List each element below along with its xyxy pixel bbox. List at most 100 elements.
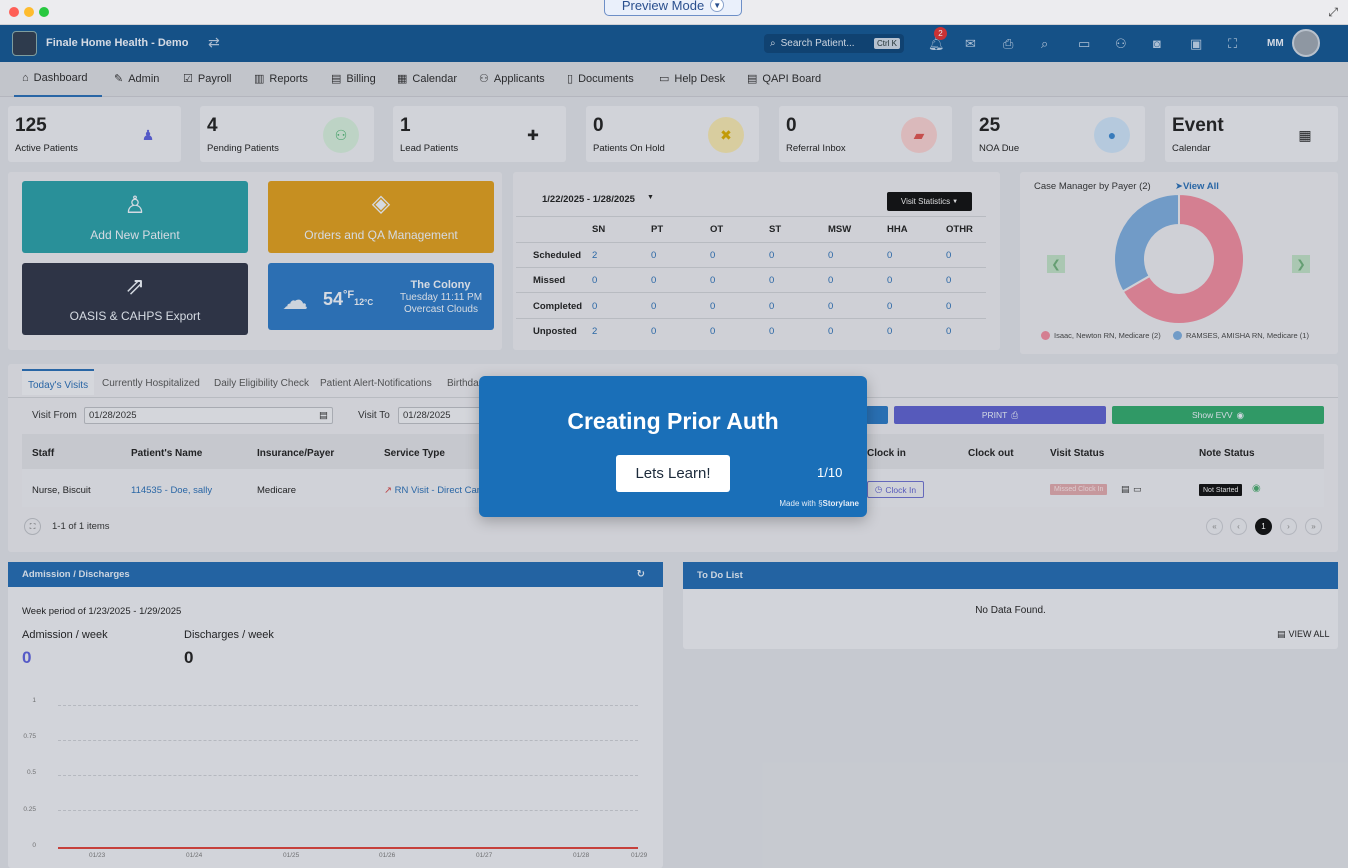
- nav-documents[interactable]: ▯ Documents: [567, 72, 634, 86]
- first-page-button[interactable]: «: [1206, 518, 1223, 535]
- stat-cell[interactable]: 0: [946, 275, 951, 286]
- search-patient-input[interactable]: ⌕ Search Patient... Ctrl K: [764, 34, 904, 53]
- tab-currently-hospitalized[interactable]: Currently Hospitalized: [102, 378, 200, 389]
- todo-view-all-link[interactable]: ▤ VIEW ALL: [1277, 629, 1330, 640]
- nav-admin[interactable]: ✎ Admin: [114, 72, 159, 86]
- nav-calendar[interactable]: ▦ Calendar: [397, 72, 457, 86]
- stat-cell[interactable]: 0: [710, 326, 715, 337]
- close-window-button[interactable]: [9, 7, 19, 17]
- orders-qa-tile[interactable]: ◈ Orders and QA Management: [268, 181, 494, 253]
- maximize-window-button[interactable]: [39, 7, 49, 17]
- tab-patient-alerts[interactable]: Patient Alert-Notifications: [320, 378, 432, 389]
- stat-noa-due[interactable]: 25 NOA Due ●: [972, 106, 1145, 162]
- search-visits-button[interactable]: [866, 406, 888, 424]
- user-initials[interactable]: MM: [1267, 38, 1284, 49]
- patient-link[interactable]: 114535 - Doe, sally: [131, 485, 212, 496]
- stat-patients-on-hold[interactable]: 0 Patients On Hold ✖: [586, 106, 759, 162]
- nav-help-desk[interactable]: ▭ Help Desk: [659, 72, 725, 86]
- stat-cell[interactable]: 0: [769, 301, 774, 312]
- video-icon[interactable]: ▣: [1190, 36, 1202, 52]
- nav-applicants[interactable]: ⚇ Applicants: [479, 72, 545, 86]
- stat-cell[interactable]: 0: [828, 250, 833, 261]
- visit-statistics-button[interactable]: Visit Statistics ▼: [887, 192, 972, 211]
- stat-cell[interactable]: 0: [887, 250, 892, 261]
- nav-billing[interactable]: ▤ Billing: [331, 72, 376, 86]
- avatar[interactable]: [1292, 29, 1320, 57]
- next-page-button[interactable]: ›: [1280, 518, 1297, 535]
- stat-cell[interactable]: 2: [592, 326, 597, 337]
- stat-cell[interactable]: 0: [828, 275, 833, 286]
- service-type-link[interactable]: ↗ RN Visit - Direct Care: [384, 485, 485, 496]
- stat-lead-patients[interactable]: 1 Lead Patients ✚: [393, 106, 566, 162]
- stat-cell[interactable]: 0: [710, 250, 715, 261]
- users-icon[interactable]: ⚇: [1115, 36, 1127, 52]
- stat-cell[interactable]: 0: [769, 275, 774, 286]
- nav-reports[interactable]: ▥ Reports: [254, 72, 308, 86]
- minimize-window-button[interactable]: [24, 7, 34, 17]
- switch-agency-icon[interactable]: ⇄: [208, 34, 220, 51]
- lets-learn-button[interactable]: Lets Learn!: [616, 455, 730, 492]
- stat-active-patients[interactable]: 125 Active Patients ♟: [8, 106, 181, 162]
- stat-cell[interactable]: 0: [887, 275, 892, 286]
- calendar-icon: ▦: [397, 73, 408, 85]
- stat-referral-inbox[interactable]: 0 Referral Inbox ▰: [779, 106, 952, 162]
- print-button[interactable]: PRINT ⎙: [894, 406, 1106, 424]
- cloud-icon: ☁: [282, 285, 308, 315]
- stat-cell[interactable]: 0: [828, 326, 833, 337]
- cell-staff: Nurse, Biscuit: [32, 485, 91, 496]
- stat-cell[interactable]: 0: [887, 301, 892, 312]
- stat-cell[interactable]: 0: [592, 301, 597, 312]
- tab-todays-visits[interactable]: Today's Visits: [22, 369, 95, 395]
- preview-mode-toggle[interactable]: Preview Mode ▼: [604, 0, 742, 16]
- chat-icon[interactable]: ▭: [1078, 36, 1090, 52]
- stat-cell[interactable]: 0: [946, 326, 951, 337]
- oasis-cahps-export-tile[interactable]: ⇗ OASIS & CAHPS Export: [22, 263, 248, 335]
- tab-daily-eligibility[interactable]: Daily Eligibility Check: [214, 378, 309, 389]
- nav-dashboard[interactable]: ⌂ Dashboard: [22, 72, 87, 84]
- last-page-button[interactable]: »: [1305, 518, 1322, 535]
- visit-from-input[interactable]: 01/28/2025 ▤: [84, 407, 333, 424]
- chart-next-button[interactable]: ❯: [1292, 255, 1310, 273]
- camera-icon[interactable]: ◙: [1153, 36, 1161, 51]
- printer-icon[interactable]: ⎙: [1003, 36, 1013, 52]
- calendar-icon[interactable]: ▤: [319, 410, 328, 421]
- stat-cell[interactable]: 0: [651, 301, 656, 312]
- tab-birthdays[interactable]: Birthda: [447, 378, 479, 389]
- mail-icon[interactable]: ✉: [965, 36, 976, 52]
- visit-to-input[interactable]: 01/28/2025: [398, 407, 488, 424]
- stat-cell[interactable]: 0: [651, 326, 656, 337]
- date-range-select[interactable]: 1/22/2025 - 1/28/2025 ▼: [542, 194, 654, 205]
- pie-slice[interactable]: [1113, 192, 1180, 293]
- nav-qapi-board[interactable]: ▤ QAPI Board: [747, 72, 821, 86]
- note-icon[interactable]: ▤: [1121, 484, 1130, 495]
- eye-icon[interactable]: ◉: [1252, 483, 1261, 494]
- expand-table-icon[interactable]: ⛶: [24, 518, 41, 535]
- expand-icon[interactable]: ⛶: [1228, 36, 1237, 52]
- nav-payroll[interactable]: ☑ Payroll: [183, 72, 232, 86]
- stat-event-calendar[interactable]: Event Calendar ▦: [1165, 106, 1338, 162]
- stat-cell[interactable]: 0: [946, 301, 951, 312]
- stat-pending-patients[interactable]: 4 Pending Patients ⚇: [200, 106, 374, 162]
- stat-cell[interactable]: 0: [710, 301, 715, 312]
- refresh-icon[interactable]: ↻: [637, 569, 645, 580]
- admission-title: Admission / Discharges: [22, 569, 130, 580]
- clock-in-button[interactable]: ◷ Clock In: [867, 481, 924, 498]
- current-page-button[interactable]: 1: [1255, 518, 1272, 535]
- chart-prev-button[interactable]: ❮: [1047, 255, 1065, 273]
- add-new-patient-tile[interactable]: ♙ Add New Patient: [22, 181, 248, 253]
- stat-cell[interactable]: 0: [946, 250, 951, 261]
- stat-cell[interactable]: 0: [769, 326, 774, 337]
- stat-cell[interactable]: 0: [828, 301, 833, 312]
- stat-cell[interactable]: 2: [592, 250, 597, 261]
- show-evv-button[interactable]: Show EVV ◉: [1112, 406, 1324, 424]
- message-icon[interactable]: ▭: [1133, 484, 1142, 495]
- prev-page-button[interactable]: ‹: [1230, 518, 1247, 535]
- stat-cell[interactable]: 0: [592, 275, 597, 286]
- stat-cell[interactable]: 0: [769, 250, 774, 261]
- stat-cell[interactable]: 0: [651, 275, 656, 286]
- fullscreen-icon[interactable]: ⤢: [1328, 5, 1338, 20]
- search-icon[interactable]: ⌕: [1041, 36, 1048, 52]
- stat-cell[interactable]: 0: [710, 275, 715, 286]
- stat-cell[interactable]: 0: [651, 250, 656, 261]
- stat-cell[interactable]: 0: [887, 326, 892, 337]
